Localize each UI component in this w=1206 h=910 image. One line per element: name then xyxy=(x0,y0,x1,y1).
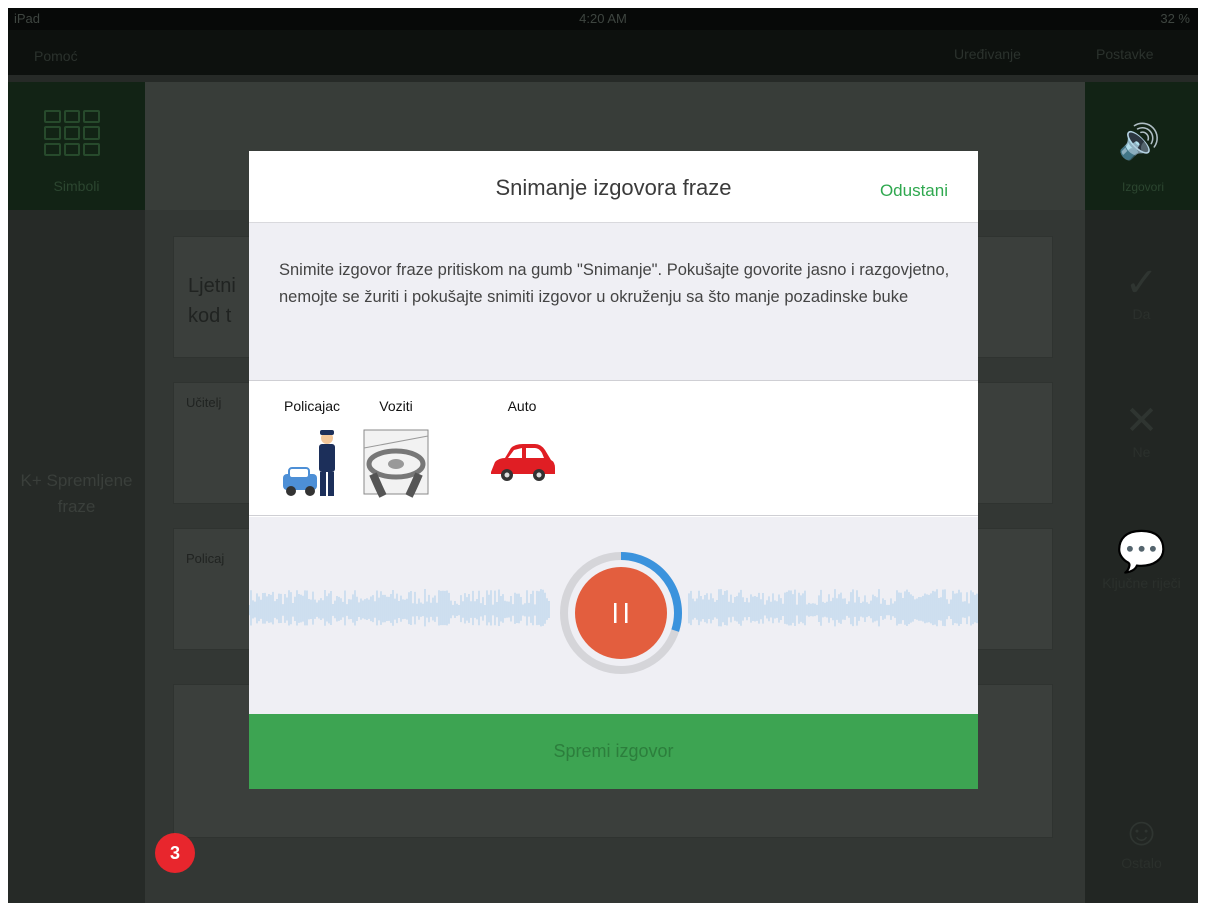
top-toolbar: Pomoć Uređivanje Postavke xyxy=(8,30,1198,75)
yes-button[interactable]: ✓ Da xyxy=(1085,260,1198,322)
extra-label: Ostalo xyxy=(1121,855,1162,871)
symbol-item: Policajac xyxy=(272,398,352,498)
symbols-label: Simboli xyxy=(53,178,100,194)
phrase-card-text: Ljetni kod t xyxy=(188,275,236,327)
record-phrase-dialog: Snimanje izgovora fraze Odustani Snimite… xyxy=(249,151,978,789)
symbol-item: Auto xyxy=(482,398,562,498)
keywords-label: Ključne riječi xyxy=(1102,575,1181,591)
recording-panel xyxy=(249,517,978,714)
speak-button[interactable]: 🔊 Izgovori xyxy=(1088,82,1198,210)
saved-phrases-button[interactable]: K+ Spremljene fraze xyxy=(8,468,145,520)
right-sidebar: ✓ Da ✕ Ne 💬 Ključne riječi ☺ Ostalo xyxy=(1085,210,1198,903)
extra-button[interactable]: ☺ Ostalo xyxy=(1085,810,1198,871)
help-button[interactable]: Pomoć xyxy=(34,48,78,64)
symbol-item: Voziti xyxy=(356,398,436,498)
symbol-label: Voziti xyxy=(379,398,413,414)
steering-wheel-icon xyxy=(363,429,429,498)
no-button[interactable]: ✕ Ne xyxy=(1085,398,1198,460)
phrase-card-subtitle: Policaj xyxy=(186,551,225,566)
speak-label: Izgovori xyxy=(1121,180,1165,194)
police-officer-icon xyxy=(283,430,335,496)
dialog-title: Snimanje izgovora fraze xyxy=(495,175,732,200)
symbol-label: Policajac xyxy=(283,398,341,414)
smiley-icon: ☺ xyxy=(1121,810,1162,854)
symbols-button[interactable]: Simboli xyxy=(8,82,145,210)
phrase-symbols: Policajac Voziti Auto xyxy=(249,382,978,516)
dialog-header: Snimanje izgovora fraze Odustani xyxy=(249,151,978,223)
cross-icon: ✕ xyxy=(1124,399,1159,443)
check-icon: ✓ xyxy=(1124,261,1159,305)
battery-level: 32 % xyxy=(1160,11,1190,26)
cancel-button[interactable]: Odustani xyxy=(880,181,948,201)
status-bar: iPad 4:20 AM 32 % xyxy=(8,8,1198,30)
left-sidebar: K+ Spremljene fraze xyxy=(8,210,145,903)
speaker-icon: 🔊 xyxy=(1118,123,1161,161)
instructions-panel: Snimite izgovor fraze pritiskom na gumb … xyxy=(249,223,978,381)
edit-button[interactable]: Uređivanje xyxy=(954,46,1021,62)
clock: 4:20 AM xyxy=(579,11,627,26)
save-recording-button[interactable]: Spremi izgovor xyxy=(249,714,978,789)
phrase-card-subtitle: Učitelj xyxy=(186,395,222,410)
chat-bubbles-icon: 💬 xyxy=(1116,530,1167,574)
symbol-label: Auto xyxy=(507,398,537,414)
step-badge: 3 xyxy=(155,833,195,873)
red-car-icon xyxy=(491,444,555,481)
yes-label: Da xyxy=(1132,306,1151,322)
keywords-button[interactable]: 💬 Ključne riječi xyxy=(1085,528,1198,591)
settings-button[interactable]: Postavke xyxy=(1096,46,1154,62)
record-pause-button[interactable] xyxy=(559,551,683,675)
grid-icon xyxy=(44,110,100,156)
instructions-text: Snimite izgovor fraze pritiskom na gumb … xyxy=(279,261,950,306)
no-label: Ne xyxy=(1132,444,1151,460)
